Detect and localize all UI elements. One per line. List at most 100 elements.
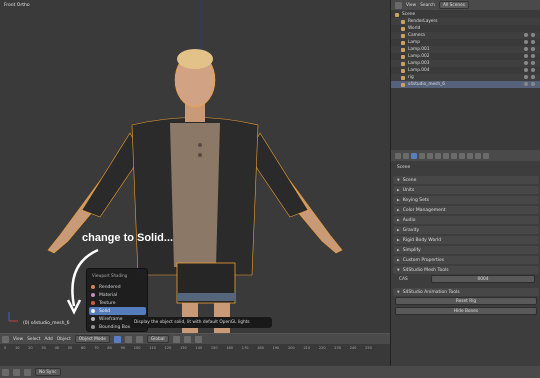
layers-icon[interactable]: [172, 335, 180, 343]
menu-view[interactable]: View: [13, 337, 23, 342]
constraints-tab-icon[interactable]: [435, 152, 441, 159]
rendered-sphere-icon: [91, 285, 95, 289]
panel-units[interactable]: ▶ Units: [393, 186, 539, 194]
panel-s4studio-animation-tools[interactable]: ▼ S4Studio Animation Tools: [393, 288, 539, 296]
outliner-editor-icon[interactable]: [395, 1, 402, 9]
visibility-toggles[interactable]: [524, 47, 535, 51]
scene-icon: [395, 12, 399, 17]
physics-tab-icon[interactable]: [483, 152, 489, 159]
outliner-item-lamp-004[interactable]: Lamp.004: [391, 67, 540, 74]
annotation-text: change to Solid...: [82, 232, 174, 244]
outliner-item-renderlayers[interactable]: RenderLayers: [391, 18, 540, 25]
lamp-icon: [401, 54, 405, 59]
outliner-item-lamp-001[interactable]: Lamp.001: [391, 46, 540, 53]
outliner-header: View Search All Scenes: [391, 0, 540, 10]
outliner-item-scene[interactable]: Scene: [391, 11, 540, 18]
world-tab-icon[interactable]: [419, 152, 425, 159]
hide-bones-button[interactable]: Hide Bones: [395, 307, 537, 315]
viewport-header: View Select Add Object Object Mode Globa…: [0, 333, 390, 344]
cas-field[interactable]: 0004: [431, 275, 535, 283]
scene-tab-icon[interactable]: [411, 152, 417, 159]
sync-selector[interactable]: No Sync: [35, 368, 61, 376]
menu-item-material[interactable]: Material: [89, 291, 146, 299]
visibility-toggles[interactable]: [524, 40, 535, 44]
manipulator-icon[interactable]: [135, 335, 143, 343]
visibility-toggles[interactable]: [524, 68, 535, 72]
outliner-item-lamp-002[interactable]: Lamp.002: [391, 53, 540, 60]
visibility-toggles[interactable]: [524, 82, 535, 86]
panel-custom-properties[interactable]: ▶ Custom Properties: [393, 256, 539, 264]
solid-sphere-icon: [91, 309, 95, 313]
visibility-toggles[interactable]: [524, 75, 535, 79]
render-icon[interactable]: [194, 335, 202, 343]
particles-tab-icon[interactable]: [475, 152, 481, 159]
outliner-item-rig[interactable]: rig: [391, 74, 540, 81]
play-icon[interactable]: [13, 368, 20, 376]
outliner-item-lamp[interactable]: Lamp: [391, 39, 540, 46]
menu-title: Viewport Shading: [92, 273, 128, 278]
data-tab-icon[interactable]: [451, 152, 457, 159]
visibility-toggles[interactable]: [524, 54, 535, 58]
armature-icon: [401, 75, 405, 80]
pivot-icon[interactable]: [124, 335, 132, 343]
outliner-menu-view[interactable]: View: [406, 3, 416, 8]
renderlayers-icon: [401, 19, 405, 24]
bounding-box-icon: [91, 325, 95, 329]
properties-context: Scene: [397, 165, 411, 170]
axis-gizmo: [8, 312, 18, 322]
outliner-scope-selector[interactable]: All Scenes: [438, 1, 470, 9]
world-icon: [401, 26, 405, 31]
reset-rig-button[interactable]: Reset Rig: [395, 297, 537, 305]
menu-item-solid[interactable]: Solid: [89, 307, 146, 315]
outliner-item-camera[interactable]: Camera: [391, 32, 540, 39]
panel-s4studio-mesh-tools[interactable]: ▼ S4Studio Mesh Tools: [393, 266, 539, 274]
shading-solid-icon[interactable]: [113, 335, 121, 343]
menu-select[interactable]: Select: [27, 337, 40, 342]
material-tab-icon[interactable]: [459, 152, 465, 159]
editor-type-icon[interactable]: [2, 335, 9, 343]
lamp-icon: [401, 47, 405, 52]
active-object-label: (0) s4studio_mesh_6: [23, 321, 70, 326]
lamp-icon: [401, 61, 405, 66]
lamp-icon: [401, 40, 405, 45]
material-sphere-icon: [91, 293, 95, 297]
modifiers-tab-icon[interactable]: [443, 152, 449, 159]
panel-gravity[interactable]: ▶ Gravity: [393, 226, 539, 234]
timeline-ticks: 0 10 20 30 40 50 60 70 80 90 100 110 120…: [4, 346, 372, 350]
properties-editor: Scene ▼ Scene ▶ Units ▶ Keying Sets ▶ Color …: [390, 150, 540, 366]
outliner-item-world[interactable]: World: [391, 25, 540, 32]
timeline-controls: No Sync: [0, 366, 540, 378]
menu-add[interactable]: Add: [44, 337, 52, 342]
render-tab-icon[interactable]: [395, 152, 401, 159]
camera-icon: [401, 33, 405, 38]
layers-tab-icon[interactable]: [403, 152, 409, 159]
visibility-toggles[interactable]: [524, 33, 535, 37]
3d-viewport[interactable]: Front Ortho change to Solid... (0) s4stu…: [0, 0, 390, 333]
snap-icon[interactable]: [183, 335, 191, 343]
menu-object[interactable]: Object: [57, 337, 71, 342]
panel-simplify[interactable]: ▶ Simplify: [393, 246, 539, 254]
properties-tabs: [391, 150, 540, 161]
menu-item-texture[interactable]: Texture: [89, 299, 146, 307]
panel-keying-sets[interactable]: ▶ Keying Sets: [393, 196, 539, 204]
viewport-title: Front Ortho: [4, 3, 30, 8]
orientation-selector[interactable]: Global: [146, 335, 169, 343]
visibility-toggles[interactable]: [524, 61, 535, 65]
texture-tab-icon[interactable]: [467, 152, 473, 159]
outliner-item-s4studio-mesh-6[interactable]: s4studio_mesh_6: [391, 81, 540, 88]
panel-scene[interactable]: ▼ Scene: [393, 176, 539, 184]
object-tab-icon[interactable]: [427, 152, 433, 159]
panel-rigid-body-world[interactable]: ▶ Rigid Body World: [393, 236, 539, 244]
panel-color-management[interactable]: ▶ Color Management: [393, 206, 539, 214]
keyframe-icon[interactable]: [24, 368, 31, 376]
mode-selector[interactable]: Object Mode: [74, 335, 110, 343]
timeline[interactable]: 0 10 20 30 40 50 60 70 80 90 100 110 120…: [0, 344, 390, 367]
lamp-icon: [401, 68, 405, 73]
timeline-editor-icon[interactable]: [2, 368, 9, 376]
wireframe-icon: [91, 317, 95, 321]
menu-item-rendered[interactable]: Rendered: [89, 283, 146, 291]
outliner-menu-search[interactable]: Search: [420, 3, 435, 8]
outliner-item-lamp-003[interactable]: Lamp.003: [391, 60, 540, 67]
panel-audio[interactable]: ▶ Audio: [393, 216, 539, 224]
tooltip: Display the object solid, lit with defau…: [130, 317, 272, 328]
